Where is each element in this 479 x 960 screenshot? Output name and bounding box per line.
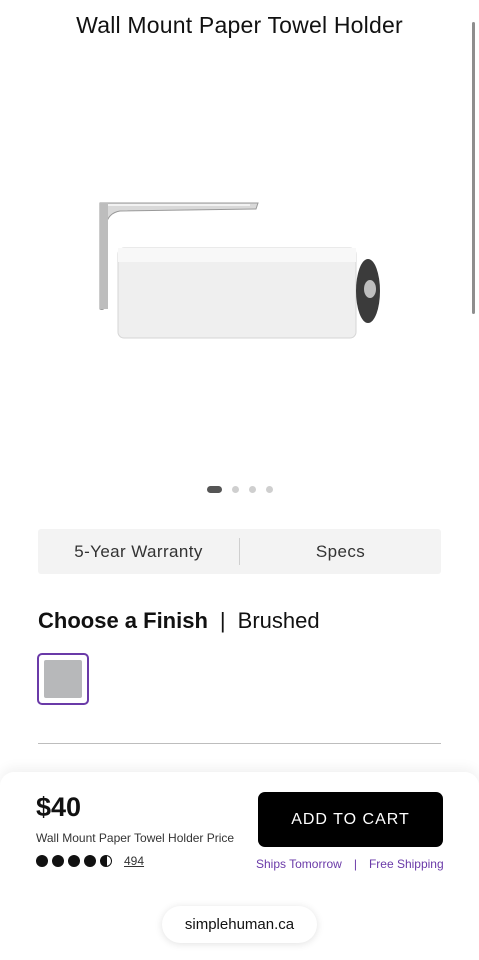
- rating-dot-icon: [68, 855, 80, 867]
- rating-dot-icon: [84, 855, 96, 867]
- carousel-dot-1[interactable]: [206, 486, 222, 493]
- rating-half-dot-icon: [100, 855, 112, 867]
- shipping-info: Ships Tomorrow | Free Shipping: [256, 857, 444, 871]
- page-title: Wall Mount Paper Towel Holder: [76, 12, 403, 38]
- ships-tomorrow-text: Ships Tomorrow: [256, 857, 342, 871]
- rating-dot-icon: [36, 855, 48, 867]
- free-shipping-text: Free Shipping: [368, 857, 444, 871]
- finish-heading: Choose a Finish | Brushed: [38, 608, 320, 634]
- browser-url-bar[interactable]: simplehuman.ca: [162, 906, 317, 943]
- product-image[interactable]: [90, 195, 390, 345]
- tab-warranty[interactable]: 5-Year Warranty: [38, 542, 239, 562]
- swatch-color: [44, 660, 82, 698]
- finish-selected-value: Brushed: [237, 608, 320, 633]
- carousel-dot-3[interactable]: [248, 486, 256, 493]
- rating[interactable]: 494: [36, 854, 144, 868]
- price: $40: [36, 792, 82, 822]
- finish-swatch-brushed[interactable]: [37, 653, 89, 705]
- divider: [38, 743, 441, 744]
- review-count-link[interactable]: 494: [124, 854, 144, 868]
- shipping-separator: |: [353, 857, 357, 871]
- price-caption: Wall Mount Paper Towel Holder Price: [36, 831, 235, 845]
- add-to-cart-button[interactable]: ADD TO CART: [258, 792, 443, 847]
- carousel-indicators[interactable]: [0, 486, 479, 493]
- info-tabs: 5-Year Warranty Specs: [38, 529, 441, 574]
- tab-specs[interactable]: Specs: [240, 542, 441, 562]
- carousel-dot-2[interactable]: [231, 486, 239, 493]
- finish-label: Choose a Finish: [38, 608, 208, 633]
- carousel-dot-4[interactable]: [265, 486, 273, 493]
- scrollbar[interactable]: [472, 22, 475, 314]
- rating-dot-icon: [52, 855, 64, 867]
- finish-separator: |: [219, 608, 226, 633]
